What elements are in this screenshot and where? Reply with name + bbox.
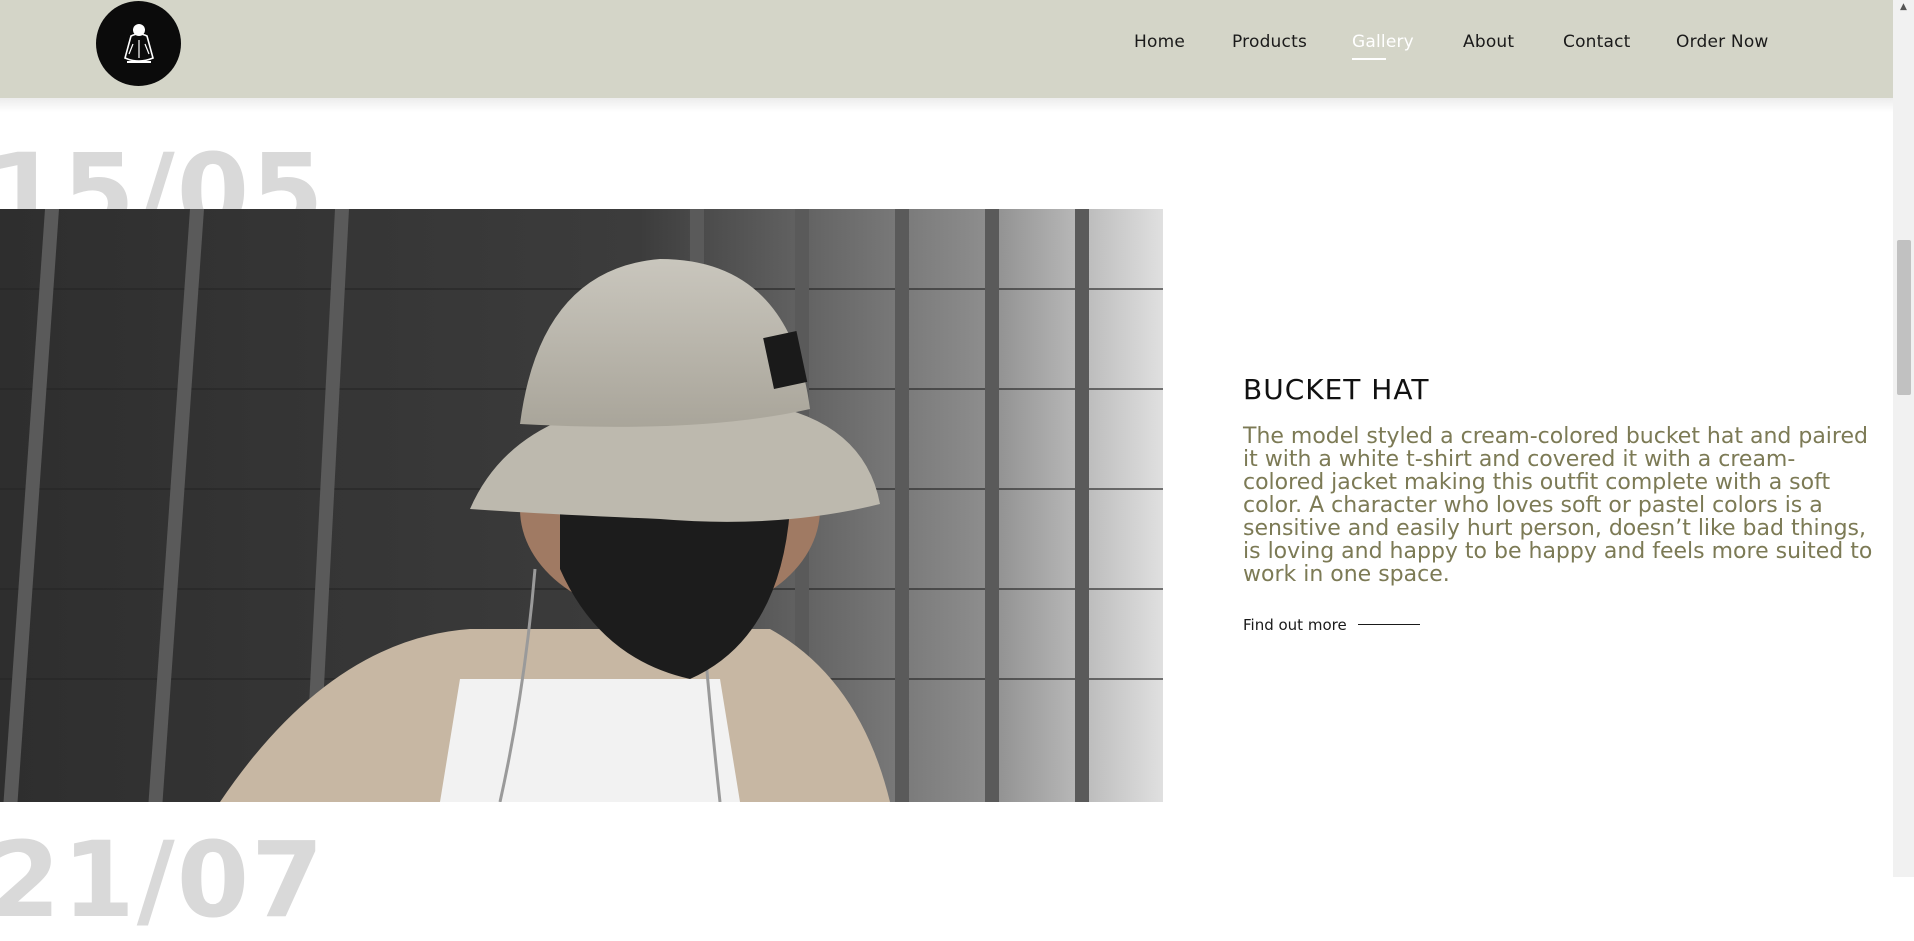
site-header: Home Products Gallery About Contact Orde… — [0, 0, 1893, 98]
header-shadow — [0, 98, 1893, 112]
nav-active-indicator — [1352, 58, 1386, 60]
main-nav: Home Products Gallery About Contact Orde… — [0, 0, 1893, 90]
find-out-more-link[interactable]: Find out more — [1243, 616, 1347, 634]
nav-home[interactable]: Home — [1134, 32, 1185, 52]
product-title: BUCKET HAT — [1243, 373, 1430, 406]
scroll-thumb[interactable] — [1897, 240, 1911, 395]
entry-date: 21/07 — [0, 819, 326, 941]
nav-order-now[interactable]: Order Now — [1676, 32, 1769, 52]
link-decoration-line — [1358, 624, 1420, 625]
page-scrollbar[interactable]: ▲ — [1893, 0, 1914, 877]
nav-contact[interactable]: Contact — [1563, 32, 1631, 52]
nav-about[interactable]: About — [1463, 32, 1514, 52]
product-description: The model styled a cream-colored bucket … — [1243, 424, 1873, 587]
scroll-up-arrow-icon[interactable]: ▲ — [1893, 0, 1914, 14]
bucket-hat-photo — [0, 209, 1163, 802]
nav-gallery[interactable]: Gallery — [1352, 32, 1414, 52]
nav-products[interactable]: Products — [1232, 32, 1307, 52]
